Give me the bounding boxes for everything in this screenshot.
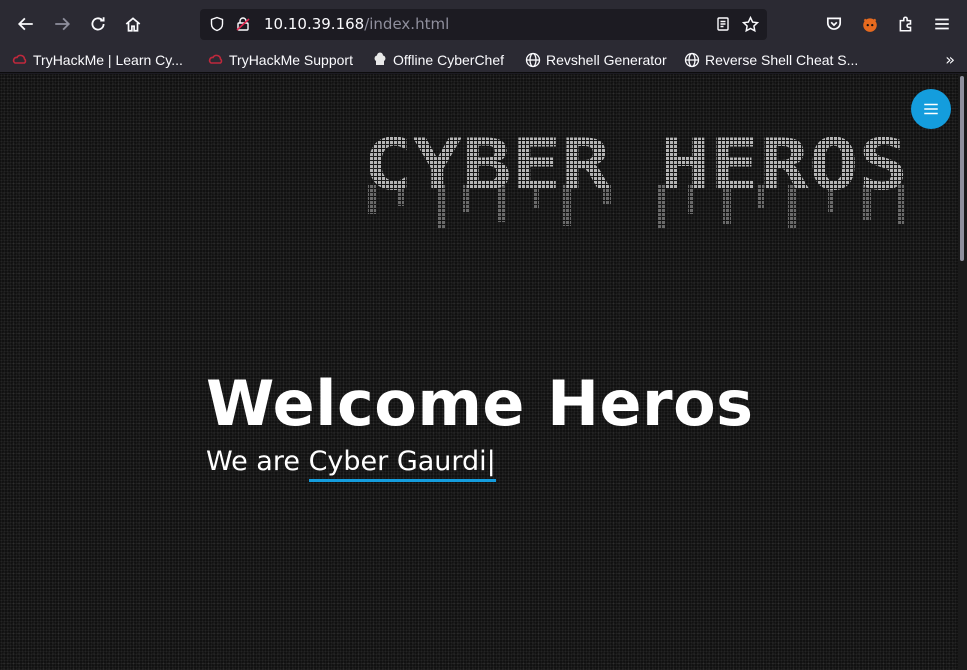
back-arrow-icon[interactable] <box>12 10 40 38</box>
reader-view-icon[interactable] <box>714 15 732 33</box>
bookmark-reverse-shell-cheat[interactable]: Reverse Shell Cheat S... <box>684 50 858 70</box>
cyber-heros-logo: CYBER HEROS <box>363 129 908 229</box>
url-bar[interactable]: 10.10.39.168/index.html <box>200 9 767 40</box>
globe-icon <box>684 52 700 68</box>
forward-arrow-icon[interactable] <box>48 10 76 38</box>
scrollbar-thumb[interactable] <box>960 76 964 261</box>
tryhackme-icon <box>12 52 28 68</box>
bookmarks-toolbar: TryHackMe | Learn Cy... TryHackMe Suppor… <box>0 46 967 73</box>
hero-subtitle: We are Cyber Gaurdi| <box>206 446 496 482</box>
hamburger-icon <box>924 103 938 115</box>
bookmark-tryhackme-support[interactable]: TryHackMe Support <box>208 50 353 70</box>
browser-toolbar: 10.10.39.168/index.html <box>0 0 967 46</box>
bookmark-tryhackme-learn[interactable]: TryHackMe | Learn Cy... <box>12 50 183 70</box>
reload-icon[interactable] <box>84 10 112 38</box>
star-icon[interactable] <box>741 15 759 33</box>
hero-title: Welcome Heros <box>206 367 754 440</box>
page-scrollbar[interactable] <box>958 74 967 670</box>
url-text[interactable]: 10.10.39.168/index.html <box>264 15 449 33</box>
typed-text: Cyber Gaurdi| <box>308 446 496 482</box>
globe-icon <box>525 52 541 68</box>
lock-icon[interactable] <box>234 15 252 33</box>
subtitle-prefix: We are <box>206 446 309 477</box>
page-content: CYBER HEROS Welcome Heros We are Cyber G… <box>0 74 958 670</box>
browser-window: 10.10.39.168/index.html TryHackMe | Lear… <box>0 0 967 670</box>
mobile-nav-toggle[interactable] <box>911 89 951 129</box>
hamburger-menu-icon[interactable] <box>928 10 956 38</box>
svg-text:CYBER HEROS: CYBER HEROS <box>363 129 908 206</box>
bookmark-revshell-generator[interactable]: Revshell Generator <box>525 50 667 70</box>
extension-fox-icon[interactable] <box>856 10 884 38</box>
tryhackme-icon <box>208 52 224 68</box>
pocket-icon[interactable] <box>820 10 848 38</box>
puzzle-icon[interactable] <box>892 10 920 38</box>
home-icon[interactable] <box>119 10 147 38</box>
chef-hat-icon <box>372 52 388 68</box>
bookmarks-overflow-icon[interactable]: » <box>945 50 955 69</box>
shield-icon[interactable] <box>208 15 226 33</box>
bookmark-offline-cyberchef[interactable]: Offline CyberChef <box>372 50 504 70</box>
